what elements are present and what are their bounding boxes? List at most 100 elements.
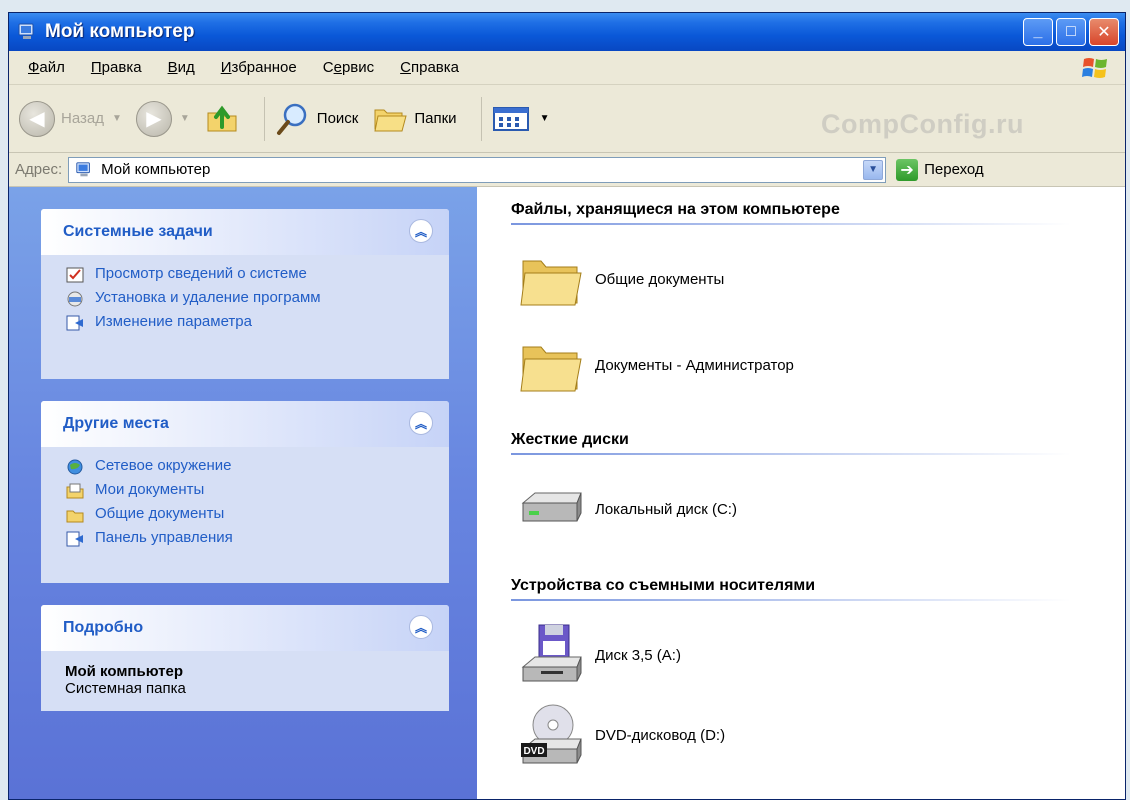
menu-tools[interactable]: Сервис [310,59,387,76]
dvd-drive-icon: DVD [521,704,582,764]
item-label: Локальный диск (C:) [595,500,737,518]
control-panel-icon [66,315,83,331]
content-pane: Файлы, хранящиеся на этом компьютере Общ… [477,187,1125,799]
section-divider [511,223,1071,225]
task-label: Установка и удаление программ [95,289,321,306]
task-pane: Системные задачи ︽ Просмотр сведений о с… [9,187,477,799]
forward-arrow-icon: ▶ [135,100,172,137]
system-tasks-body: Просмотр сведений о системе Установка и … [41,255,449,351]
other-places-title: Другие места [63,415,169,432]
search-button[interactable]: Поиск [275,101,359,137]
address-dropdown-icon[interactable]: ▼ [863,159,884,180]
section-divider [511,453,1071,455]
place-label: Сетевое окружение [95,457,232,474]
back-label: Назад [61,110,104,127]
details-title: Подробно [63,619,144,636]
window-controls: _ □ ✕ [1023,18,1119,46]
place-shared-documents[interactable]: Общие документы [65,505,431,525]
menu-file-rest: айл [39,59,65,76]
views-dropdown-icon[interactable]: ▼ [540,113,550,124]
forward-button[interactable]: ▶ ▼ [135,100,190,137]
maximize-button[interactable]: □ [1056,18,1086,46]
explorer-window: Мой компьютер _ □ ✕ Файл Правка Вид Избр… [8,12,1126,800]
maximize-icon: □ [1066,23,1076,40]
go-label: Переход [924,161,984,178]
computer-icon [18,23,34,39]
minimize-icon: _ [1033,23,1043,40]
go-button[interactable]: ➔ Переход [896,158,984,181]
item-admin-documents[interactable]: Документы - Администратор [519,335,794,395]
other-places-panel: Другие места ︽ Сетевое окружение Мои док… [41,401,449,583]
menu-view[interactable]: Вид [155,59,208,76]
item-shared-documents[interactable]: Общие документы [519,249,724,309]
go-arrow-icon: ➔ [896,158,919,181]
collapse-icon[interactable]: ︽ [409,615,433,639]
close-button[interactable]: ✕ [1089,18,1119,46]
menu-edit-rest: равка [101,59,142,76]
folder-icon [520,260,582,306]
menu-view-rest: ид [177,59,195,76]
place-control-panel[interactable]: Панель управления [65,529,431,549]
menu-tools-key: е [333,59,342,76]
windows-logo-icon [1082,58,1107,78]
system-tasks-title: Системные задачи [63,223,213,240]
item-floppy-a[interactable]: Диск 3,5 (A:) [519,623,681,687]
collapse-icon[interactable]: ︽ [409,411,433,435]
menu-help[interactable]: Справка [387,59,472,76]
task-change-setting[interactable]: Изменение параметра [65,313,431,333]
svg-text:DVD: DVD [523,746,544,757]
details-panel: Подробно ︽ Мой компьютер Системная папка [41,605,449,711]
place-my-documents[interactable]: Мои документы [65,481,431,501]
close-icon: ✕ [1097,24,1111,41]
menu-bar: Файл Правка Вид Избранное Сервис Справка [9,51,1125,85]
folders-label: Папки [414,110,457,127]
toolbar-separator-2 [480,96,482,141]
control-panel-icon [66,531,83,547]
task-view-system-info[interactable]: Просмотр сведений о системе [65,265,431,285]
folders-icon [374,109,408,131]
up-button[interactable] [204,101,240,137]
search-icon [276,103,307,135]
address-bar: Адрес: Мой компьютер ▼ ➔ Переход [9,153,1125,187]
menu-favorites[interactable]: Избранное [208,59,310,76]
views-button[interactable]: ▼ [492,104,550,134]
other-places-header[interactable]: Другие места ︽ [41,401,449,447]
details-body: Мой компьютер Системная папка [41,651,449,711]
back-button[interactable]: ◀ Назад ▼ [19,100,122,137]
folder-icon [520,346,582,392]
item-dvd-d[interactable]: DVD DVD-дисковод (D:) [519,703,725,767]
forward-dropdown-icon[interactable]: ▼ [180,113,190,124]
item-label: Документы - Администратор [595,356,794,374]
menu-file-key: Ф [28,59,40,76]
task-label: Просмотр сведений о системе [95,265,307,282]
collapse-icon[interactable]: ︽ [409,219,433,243]
files-section-title: Файлы, хранящиеся на этом компьютере [511,201,840,218]
section-divider [511,599,1071,601]
floppy-drive-icon [521,624,582,682]
place-label: Общие документы [95,505,225,522]
details-header[interactable]: Подробно ︽ [41,605,449,651]
place-label: Мои документы [95,481,205,498]
title-bar[interactable]: Мой компьютер _ □ ✕ [9,13,1125,51]
minimize-button[interactable]: _ [1023,18,1053,46]
item-label: Общие документы [595,270,725,288]
menu-file[interactable]: Файл [15,59,78,76]
item-local-disk-c[interactable]: Локальный диск (C:) [519,487,737,531]
views-icon [492,106,529,131]
folders-button[interactable]: Папки [372,101,457,137]
menu-favorites-key: И [220,59,232,76]
place-network[interactable]: Сетевое окружение [65,457,431,477]
menu-edit[interactable]: Правка [78,59,155,76]
window-title: Мой компьютер [45,21,195,42]
address-field[interactable]: Мой компьютер ▼ [68,156,887,183]
menu-help-rest: правка [410,59,459,76]
my-documents-icon [66,483,84,499]
task-add-remove-programs[interactable]: Установка и удаление программ [65,289,431,309]
search-label: Поиск [316,110,359,127]
menu-help-key: С [400,59,411,76]
folder-up-icon [207,105,237,131]
back-dropdown-icon[interactable]: ▼ [112,113,122,124]
system-tasks-header[interactable]: Системные задачи ︽ [41,209,449,255]
hard-disks-title: Жесткие диски [511,431,629,448]
menu-tools-pre: С [322,59,334,76]
